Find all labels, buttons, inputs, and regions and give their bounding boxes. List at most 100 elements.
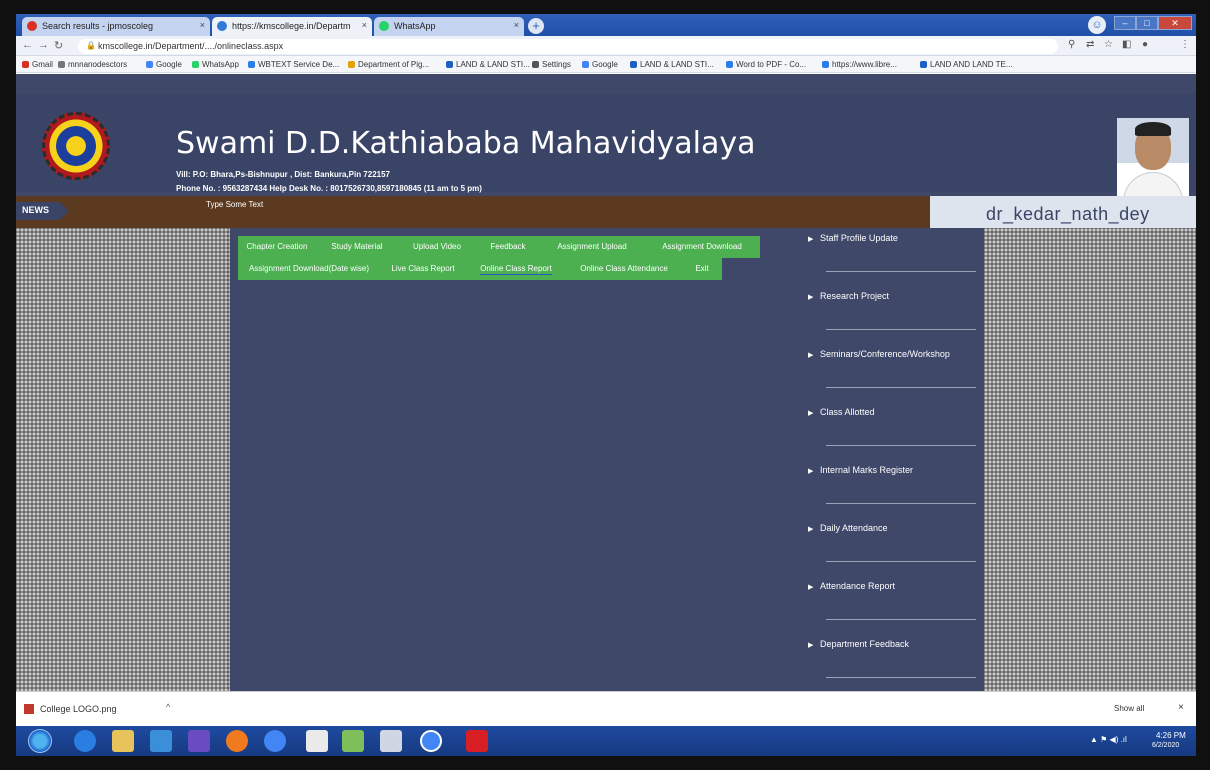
sidebar-item-daily-attendance[interactable]: ▶ Daily Attendance (802, 520, 984, 578)
calculator-icon[interactable] (306, 730, 328, 752)
divider (826, 445, 976, 446)
bookmark-item[interactable]: mnnanodesctors (58, 60, 127, 69)
browser-toolbar: ← → ↻ 🔒 kmscollege.in/Department/..../on… (16, 36, 1196, 56)
menu-assignment-upload[interactable]: Assignment Upload (540, 236, 644, 258)
divider (826, 561, 976, 562)
menu-exit[interactable]: Exit (682, 258, 722, 280)
show-all-link[interactable]: Show all (1114, 704, 1144, 713)
menu-label: Upload Video (413, 242, 461, 251)
minimize-button[interactable]: – (1114, 16, 1136, 30)
bookmark-icon (58, 61, 65, 68)
star-icon[interactable]: ☆ (1104, 39, 1113, 50)
app-icon[interactable] (380, 730, 402, 752)
avatar[interactable]: ● (1142, 39, 1148, 50)
start-button[interactable] (28, 729, 52, 753)
folder-icon[interactable] (112, 730, 134, 752)
sidebar-item-label: Research Project (820, 291, 890, 301)
bookmark-item[interactable]: WBTEXT Service De... (248, 60, 339, 69)
chrome-icon[interactable] (264, 730, 286, 752)
sidebar-item-staff-profile-update[interactable]: ▶ Staff Profile Update (802, 230, 984, 288)
divider (826, 387, 976, 388)
bookmark-item[interactable]: Google (582, 60, 618, 69)
app-icon[interactable] (342, 730, 364, 752)
forward-icon[interactable]: → (38, 39, 49, 51)
close-icon[interactable]: × (1178, 702, 1184, 713)
bookmark-icon (348, 61, 355, 68)
sidebar-item-label: Class Allotted (820, 407, 875, 417)
bookmark-item[interactable]: Google (146, 60, 182, 69)
address-bar[interactable]: 🔒 kmscollege.in/Department/..../onlinecl… (78, 39, 1058, 54)
tab-label: https://kmscollege.in/Departm (232, 21, 351, 31)
arrow-right-icon: ▶ (808, 410, 814, 417)
divider (826, 271, 976, 272)
clock-date[interactable]: 6/2/2020 (1152, 742, 1179, 749)
menu-study-material[interactable]: Study Material (316, 236, 398, 258)
site-phone: Phone No. : 9563287434 Help Desk No. : 8… (176, 184, 482, 193)
menu-upload-video[interactable]: Upload Video (398, 236, 476, 258)
chevron-up-icon[interactable]: ^ (166, 702, 170, 712)
translate-icon[interactable]: ⇄ (1086, 39, 1094, 50)
ie-icon[interactable] (74, 730, 96, 752)
tab-whatsapp[interactable]: WhatsApp × (374, 17, 524, 36)
sidebar-item-research-project[interactable]: ▶ Research Project (802, 288, 984, 346)
menu-chapter-creation[interactable]: Chapter Creation (238, 236, 316, 258)
menu-label: Online Class Report (480, 264, 552, 273)
menu-label: Live Class Report (391, 264, 455, 273)
clock-time[interactable]: 4:26 PM (1156, 731, 1186, 740)
tab-close-icon[interactable]: × (514, 20, 519, 30)
menu-assignment-download[interactable]: Assignment Download (644, 236, 760, 258)
sidebar-item-seminars[interactable]: ▶ Seminars/Conference/Workshop (802, 346, 984, 404)
bookmark-item[interactable]: Gmail (22, 60, 53, 69)
back-icon[interactable]: ← (22, 39, 33, 51)
whatsapp-icon (192, 61, 199, 68)
profile-icon[interactable]: ☺ (1088, 16, 1106, 34)
bookmark-item[interactable]: LAND & LAND STI... (446, 60, 530, 69)
bookmark-item[interactable]: https://www.libre... (822, 60, 897, 69)
bookmark-item[interactable]: Word to PDF - Co... (726, 60, 806, 69)
tab-search-results[interactable]: Search results - jpmoscoleg × (22, 17, 210, 36)
tab-kmscollege[interactable]: https://kmscollege.in/Departm × (212, 17, 372, 36)
chrome-icon[interactable] (420, 730, 442, 752)
gmail-icon (27, 21, 37, 31)
maximize-button[interactable]: □ (1136, 16, 1158, 30)
firefox-icon[interactable] (226, 730, 248, 752)
bookmark-item[interactable]: WhatsApp (192, 60, 239, 69)
bookmark-icon (726, 61, 733, 68)
zoom-icon[interactable]: ⚲ (1068, 39, 1075, 50)
bookmarks-bar: Gmail mnnanodesctors Google WhatsApp WBT… (16, 56, 1196, 73)
menu-assignment-download-datewise[interactable]: Assignment Download(Date wise) (238, 258, 380, 280)
bookmark-item[interactable]: LAND AND LAND TE... (920, 60, 1013, 69)
sidebar-item-attendance-report[interactable]: ▶ Attendance Report (802, 578, 984, 636)
bookmark-icon (920, 61, 927, 68)
menu-dots-icon[interactable]: ⋮ (1180, 39, 1190, 50)
sidebar-item-internal-marks-register[interactable]: ▶ Internal Marks Register (802, 462, 984, 520)
app-icon[interactable] (188, 730, 210, 752)
sidebar-item-class-allotted[interactable]: ▶ Class Allotted (802, 404, 984, 462)
right-pattern-panel (984, 228, 1196, 691)
bookmark-item[interactable]: Department of Pig... (348, 60, 429, 69)
username-box: dr_kedar_nath_dey (930, 196, 1196, 228)
pdf-icon[interactable] (466, 730, 488, 752)
bookmark-item[interactable]: Settings (532, 60, 571, 69)
bookmark-item[interactable]: LAND & LAND STI... (630, 60, 714, 69)
bookmark-icon (630, 61, 637, 68)
system-tray[interactable]: ▲ ⚑ ◀) .ıl (1090, 735, 1127, 744)
menu-label: Assignment Upload (557, 242, 627, 251)
tab-close-icon[interactable]: × (200, 20, 205, 30)
menu-online-class-report[interactable]: Online Class Report (466, 258, 566, 280)
site-address: Vill: P.O: Bhara,Ps-Bishnupur , Dist: Ba… (176, 170, 390, 179)
menu-online-class-attendance[interactable]: Online Class Attendance (566, 258, 682, 280)
tab-close-icon[interactable]: × (362, 20, 367, 30)
media-icon[interactable] (150, 730, 172, 752)
reload-icon[interactable]: ↻ (54, 39, 63, 52)
sidebar-item-department-feedback[interactable]: ▶ Department Feedback (802, 636, 984, 691)
sidebar-item-label: Seminars/Conference/Workshop (820, 349, 950, 359)
menu-feedback[interactable]: Feedback (476, 236, 540, 258)
gmail-icon (22, 61, 29, 68)
close-window-button[interactable]: ✕ (1158, 16, 1192, 30)
download-file-name[interactable]: College LOGO.png (40, 704, 117, 714)
menu-live-class-report[interactable]: Live Class Report (380, 258, 466, 280)
extension-icon[interactable]: ◧ (1122, 39, 1131, 50)
menu-label: Study Material (331, 242, 383, 251)
new-tab-button[interactable]: + (528, 18, 544, 34)
